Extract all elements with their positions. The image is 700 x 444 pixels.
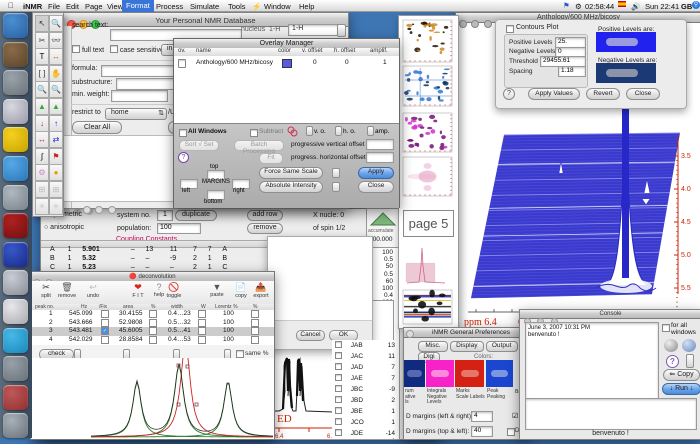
svg-text:6.4: 6.4 <box>275 434 284 439</box>
svg-text:4.0: 4.0 <box>681 186 691 193</box>
svg-text:ED: ED <box>277 413 292 425</box>
svg-text:4.5: 4.5 <box>681 219 691 226</box>
svg-text:5.0: 5.0 <box>681 252 691 259</box>
svg-text:ppm 6.4: ppm 6.4 <box>464 317 497 327</box>
svg-text:5.5: 5.5 <box>681 285 691 292</box>
svg-text:3.5: 3.5 <box>681 153 691 160</box>
